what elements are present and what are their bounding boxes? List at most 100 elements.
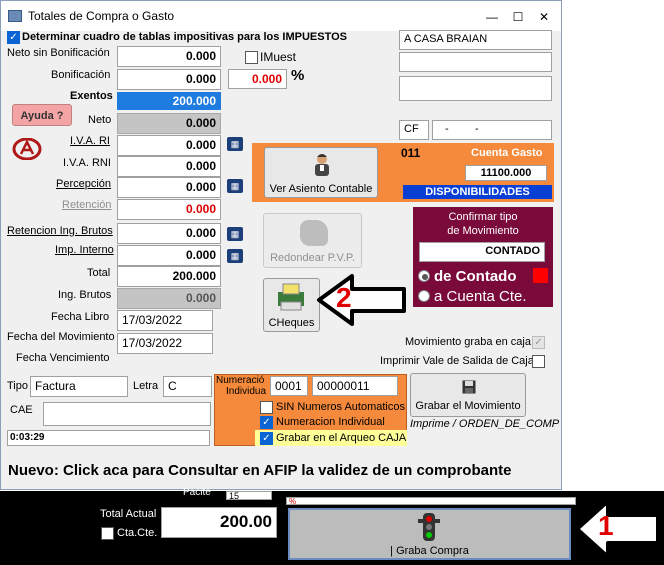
grabar-movimiento-button[interactable]: Grabar el Movimiento	[410, 373, 526, 417]
redondear-label: Redondear P.V.P.	[270, 252, 355, 264]
numeracion-individual-label: Numeracion Individual	[276, 416, 385, 428]
disponibilidades-label: DISPONIBILIDADES	[403, 185, 552, 199]
movement-type-title-1: Confirmar tipo	[448, 211, 518, 223]
ret-ing-brutos-label[interactable]: Retencion Ing. Brutos	[7, 225, 113, 237]
cta-cte-checkbox[interactable]	[101, 527, 114, 540]
ret-ing-brutos-field[interactable]: 0.000	[117, 223, 221, 244]
neto-field: 0.000	[117, 113, 221, 134]
annotation-arrow-1	[575, 499, 660, 559]
grabar-movimiento-label: Grabar el Movimiento	[415, 400, 521, 412]
exentos-field[interactable]: 200.000	[117, 92, 221, 110]
neto-label: Neto	[88, 114, 112, 126]
total-label: Total	[87, 267, 111, 279]
calculator-icon[interactable]: ▦	[227, 249, 243, 263]
neto-sin-bonif-field[interactable]: 0.000	[117, 46, 221, 67]
neto-sin-bonif-label: Neto sin Bonificación	[7, 47, 110, 59]
letra-label: Letra	[133, 380, 159, 392]
numero-comprobante-field[interactable]: 00000011	[312, 376, 398, 396]
cheques-button[interactable]: CHeques	[263, 278, 320, 332]
ver-asiento-button[interactable]: Ver Asiento Contable	[264, 147, 378, 198]
cuit-part-a: -	[445, 123, 449, 135]
provider-name-field[interactable]: A CASA BRAIAN	[399, 30, 552, 50]
imuest-label: IMuest	[260, 50, 297, 64]
redondear-pvp-button[interactable]: Redondear P.V.P.	[263, 213, 362, 268]
total-field: 200.000	[117, 266, 221, 287]
iva-ri-label[interactable]: I.V.A. RI	[70, 135, 110, 147]
radio-contado[interactable]	[418, 270, 430, 282]
retencion-field[interactable]: 0.000	[117, 199, 221, 220]
vale-salida-checkbox[interactable]	[532, 355, 545, 368]
calculator-icon[interactable]: ▦	[227, 179, 243, 193]
imprime-orden-label: Imprime / ORDEN_DE_COMP	[410, 418, 560, 430]
save-icon	[462, 380, 476, 394]
graba-compra-button[interactable]: | Graba Compra	[288, 508, 571, 560]
cuit-field[interactable]: - -	[432, 120, 552, 140]
cuenta-gasto-label: Cuenta Gasto	[471, 147, 543, 159]
bonificacion-percent-field[interactable]: 0.000	[228, 69, 287, 89]
percent-sign: %	[291, 67, 305, 84]
impuestos-checkbox[interactable]: ✓	[7, 31, 20, 44]
numeracion-individual-checkbox[interactable]: ✓	[260, 416, 273, 429]
annotation-arrow-2	[317, 274, 406, 326]
calculator-icon[interactable]: ▦	[227, 227, 243, 241]
percepcion-field[interactable]: 0.000	[117, 177, 221, 198]
ayuda-button[interactable]: Ayuda ?	[12, 104, 72, 126]
cuit-part-b: -	[475, 123, 479, 135]
numeracion-label-2: Individua	[226, 386, 267, 397]
fecha-movimiento-label: Fecha del Movimiento	[7, 331, 115, 343]
app-icon	[8, 10, 22, 22]
retencion-label[interactable]: Retención	[62, 199, 112, 211]
minimize-button[interactable]: —	[482, 9, 502, 25]
contado-option-label: de Contado	[434, 268, 517, 285]
movimiento-caja-checkbox[interactable]: ✓	[532, 336, 545, 349]
radio-cuenta-cte[interactable]	[418, 290, 430, 302]
afip-link[interactable]: Nuevo: Click aca para Consultar en AFIP …	[8, 462, 511, 479]
bonificacion-label: Bonificación	[51, 69, 111, 81]
fecha-libro-field[interactable]: 17/03/2022	[117, 310, 213, 331]
logo-icon	[12, 137, 42, 161]
close-button[interactable]: ✕	[534, 9, 554, 25]
total-actual-field: 200.00	[161, 507, 277, 538]
ing-brutos-label: Ing. Brutos	[58, 289, 112, 301]
imp-interno-field[interactable]: 0.000	[117, 245, 221, 266]
arqueo-caja-label: Grabar en el Arqueo CAJA	[276, 432, 407, 444]
letra-field[interactable]: C	[163, 376, 212, 397]
sin-numeros-label: SIN Numeros Automaticos	[276, 401, 405, 413]
maximize-button[interactable]: ☐	[508, 9, 528, 25]
iva-condition-field[interactable]: CF	[399, 120, 429, 140]
impuestos-checkbox-label: Determinar cuadro de tablas impositivas …	[22, 31, 348, 43]
movement-type-field[interactable]: CONTADO	[419, 242, 545, 262]
imp-interno-label[interactable]: Imp. Interno	[55, 244, 114, 256]
small-field: %	[286, 497, 576, 505]
annotation-number-1: 1	[598, 510, 614, 541]
percepcion-label[interactable]: Percepción	[56, 178, 111, 190]
exentos-label: Exentos	[70, 90, 113, 102]
movement-type-title-2: de Movimiento	[447, 225, 519, 237]
traffic-light-icon	[418, 513, 440, 541]
provider-address-field[interactable]	[399, 52, 552, 72]
window-title: Totales de Compra o Gasto	[28, 9, 175, 23]
cheque-printer-icon	[278, 283, 304, 311]
provider-city-field[interactable]	[399, 76, 552, 101]
sin-numeros-checkbox[interactable]	[260, 401, 273, 414]
partial-dropdown[interactable]: 15	[226, 491, 272, 500]
clock-field: 0:03:29	[7, 430, 210, 446]
punto-venta-field[interactable]: 0001	[270, 376, 308, 396]
cta-cte-label: Cta.Cte.	[117, 527, 158, 539]
cuenta-gasto-field[interactable]: 11100.000	[465, 165, 547, 181]
annotation-number-2: 2	[336, 282, 352, 313]
arqueo-caja-checkbox[interactable]: ✓	[260, 432, 273, 445]
ing-brutos-field: 0.000	[117, 288, 221, 309]
accountant-icon	[315, 154, 329, 176]
cae-field[interactable]	[43, 402, 211, 426]
iva-rni-label: I.V.A. RNI	[63, 157, 111, 169]
numeracion-label-1: Numeració	[216, 375, 265, 386]
tipo-field[interactable]: Factura	[30, 376, 128, 397]
calculator-icon[interactable]: ▦	[227, 137, 243, 151]
fecha-movimiento-field[interactable]: 17/03/2022	[117, 333, 213, 354]
fecha-libro-label: Fecha Libro	[51, 311, 110, 323]
iva-ri-field[interactable]: 0.000	[117, 135, 221, 156]
bonificacion-field[interactable]: 0.000	[117, 69, 221, 90]
iva-rni-field[interactable]: 0.000	[117, 156, 221, 177]
imuest-checkbox[interactable]	[245, 51, 258, 64]
